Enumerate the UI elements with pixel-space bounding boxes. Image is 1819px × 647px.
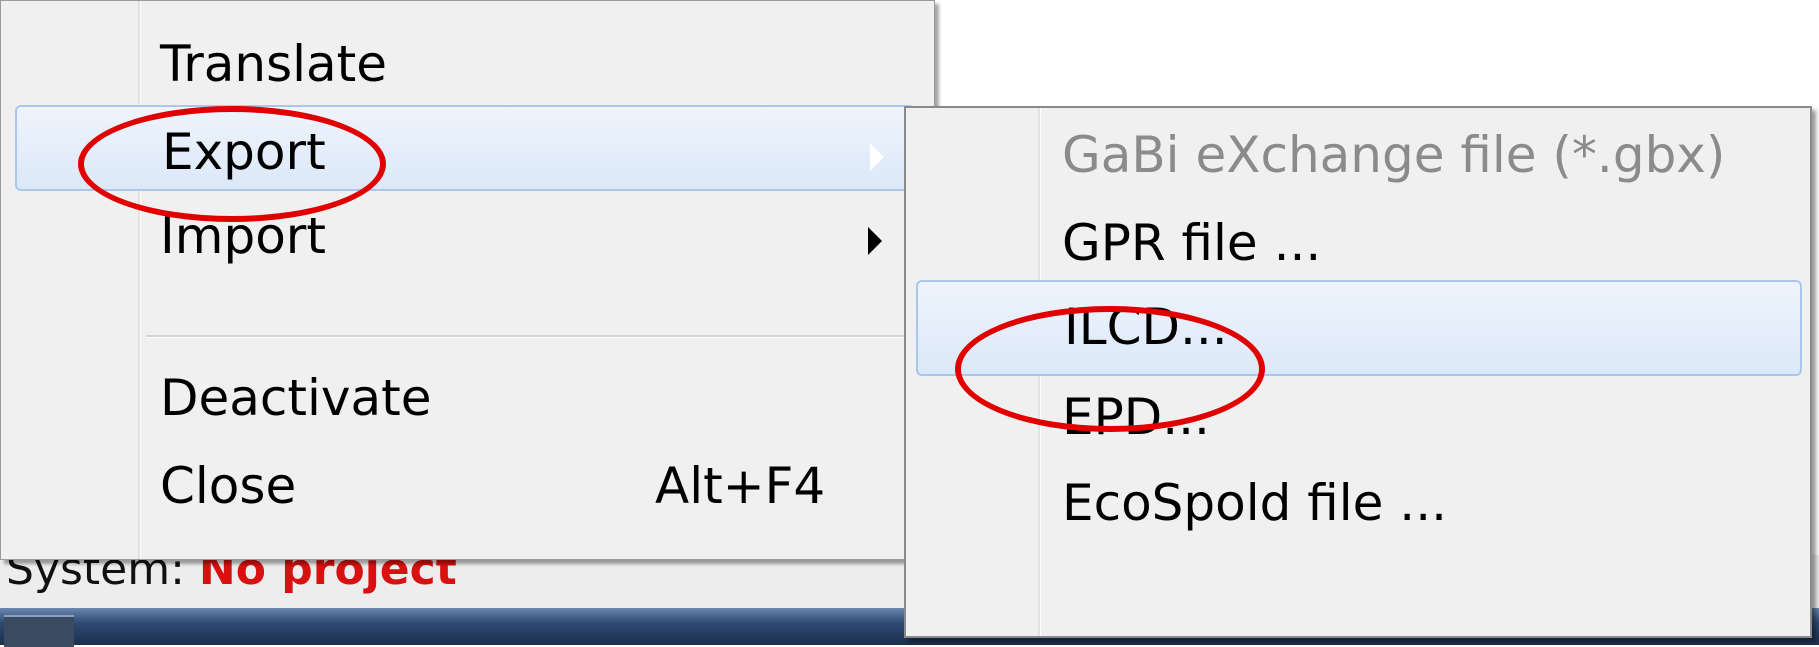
submenu-item-label: EcoSpold file ... — [1062, 474, 1447, 532]
menu-item-deactivate[interactable]: Deactivate — [15, 359, 915, 445]
menu-item-label: Import — [160, 207, 326, 265]
submenu-item-ecospold[interactable]: EcoSpold file ... — [916, 456, 1802, 552]
menu-item-shortcut: Alt+F4 — [655, 457, 826, 515]
menu-item-label: Close — [160, 457, 297, 515]
menu-item-close[interactable]: Close Alt+F4 — [15, 447, 915, 533]
submenu-item-epd[interactable]: EPD... — [916, 370, 1802, 466]
submenu-item-gbx[interactable]: GaBi eXchange file (*.gbx) — [916, 108, 1802, 204]
menu-item-label: Deactivate — [160, 369, 432, 427]
submenu-arrow-icon — [870, 143, 884, 171]
menu-item-label: Translate — [160, 35, 388, 93]
submenu-item-ilcd[interactable]: ILCD... — [916, 280, 1802, 376]
menu-item-import[interactable]: Import — [15, 197, 915, 283]
menu-item-export[interactable]: Export — [15, 105, 915, 191]
context-menu: Translate Export Import Deactivate Close… — [0, 0, 935, 560]
taskbar-button[interactable] — [4, 615, 74, 647]
menu-item-translate[interactable]: Translate — [15, 25, 915, 111]
export-submenu: GaBi eXchange file (*.gbx) GPR file ... … — [904, 106, 1812, 638]
submenu-item-label: GaBi eXchange file (*.gbx) — [1062, 126, 1726, 184]
menu-item-label: Export — [162, 123, 326, 181]
submenu-item-label: EPD... — [1062, 388, 1210, 446]
submenu-item-gpr[interactable]: GPR file ... — [916, 196, 1802, 292]
menu-separator — [146, 335, 914, 338]
submenu-item-label: GPR file ... — [1062, 214, 1322, 272]
submenu-item-label: ILCD... — [1064, 298, 1228, 356]
submenu-arrow-icon — [868, 227, 882, 255]
